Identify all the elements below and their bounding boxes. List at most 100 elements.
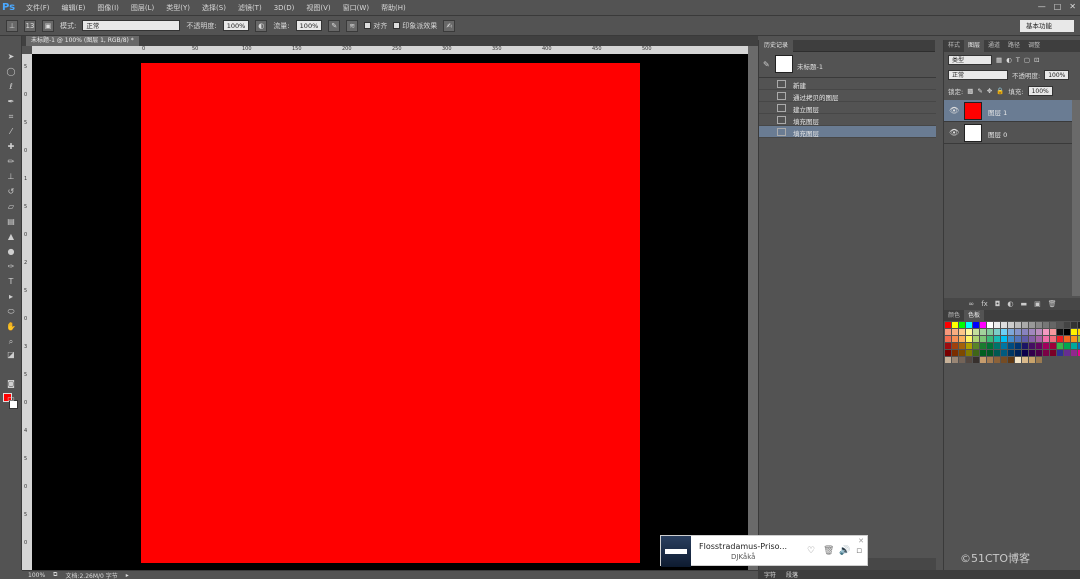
color-swatch[interactable] [994, 329, 1000, 335]
color-swatch[interactable] [973, 336, 979, 342]
menu-edit[interactable]: 编辑(E) [56, 0, 92, 16]
trash-icon[interactable]: 🗑 [823, 546, 834, 556]
layer-name[interactable]: 图层 1 [988, 107, 1007, 117]
impressionist-checkbox[interactable] [393, 22, 401, 29]
gradient-tool-icon[interactable]: ▤ [5, 217, 17, 227]
lasso-tool-icon[interactable]: ℓ [5, 82, 17, 92]
brush-size-picker[interactable]: 13 [24, 19, 36, 32]
layer-opacity-input[interactable]: 100% [1044, 70, 1070, 80]
filter-type-icon[interactable]: T [1016, 56, 1020, 64]
color-swatch[interactable] [1036, 329, 1042, 335]
path-select-tool-icon[interactable]: ▸ [5, 292, 17, 302]
align-option[interactable]: 对齐 [364, 21, 387, 31]
color-swatch[interactable] [952, 350, 958, 356]
color-swatch[interactable] [1050, 322, 1056, 328]
color-swatch[interactable] [945, 336, 951, 342]
visibility-eye-icon[interactable]: 👁 [949, 128, 959, 137]
folder-icon[interactable]: ▬ [1020, 300, 1027, 308]
lock-position-icon[interactable]: ✥ [987, 87, 992, 95]
color-swatch[interactable] [952, 336, 958, 342]
color-swatch[interactable] [1071, 329, 1077, 335]
tab-styles[interactable]: 样式 [944, 40, 964, 52]
color-swatch[interactable] [1050, 343, 1056, 349]
color-swatch[interactable] [1022, 329, 1028, 335]
color-swatch[interactable] [1015, 350, 1021, 356]
color-swatch[interactable] [1043, 329, 1049, 335]
lock-transparency-icon[interactable]: ▩ [967, 87, 973, 95]
history-step[interactable]: 建立图层 [759, 102, 936, 114]
workspace-select[interactable]: 基本功能 [1020, 20, 1074, 32]
color-swatch[interactable] [1015, 322, 1021, 328]
opacity-input[interactable]: 100% [222, 20, 250, 31]
color-swatch[interactable] [1057, 350, 1063, 356]
quick-mask-icon[interactable]: ◙ [5, 379, 17, 389]
color-swatch[interactable] [966, 343, 972, 349]
history-snapshot[interactable]: ✎ 未标题-1 [759, 52, 936, 78]
color-swatch[interactable] [959, 336, 965, 342]
color-swatch[interactable] [1043, 343, 1049, 349]
color-swatch[interactable] [987, 350, 993, 356]
color-swatch[interactable] [966, 357, 972, 363]
new-layer-icon[interactable]: ▣ [1034, 300, 1041, 308]
color-swatch[interactable] [1001, 350, 1007, 356]
clone-stamp-tool-icon[interactable]: ⊥ [5, 172, 17, 182]
history-step[interactable]: 新建 [759, 78, 936, 90]
hand-tool-icon[interactable]: ✋ [5, 322, 17, 332]
zoom-level[interactable]: 100% [28, 572, 45, 579]
color-swatch[interactable] [980, 322, 986, 328]
mode-select[interactable]: 正常 [82, 20, 181, 31]
tab-swatches[interactable]: 色板 [964, 310, 985, 321]
align-checkbox[interactable] [364, 22, 372, 29]
color-swatch[interactable] [1036, 350, 1042, 356]
heart-icon[interactable]: ♡ [807, 546, 815, 556]
layers-scrollbar[interactable] [1072, 100, 1080, 296]
menu-window[interactable]: 窗口(W) [337, 0, 375, 16]
color-swatch[interactable] [1064, 343, 1070, 349]
maximize-window-button[interactable]: □ [1054, 2, 1062, 11]
color-swatch[interactable] [1022, 357, 1028, 363]
color-swatch[interactable] [1008, 343, 1014, 349]
color-swatch[interactable] [1029, 322, 1035, 328]
volume-icon[interactable]: 🔊 [839, 546, 850, 556]
history-step[interactable]: 通过拷贝的图层 [759, 90, 936, 102]
color-swatch[interactable] [966, 336, 972, 342]
color-swatch[interactable] [1015, 329, 1021, 335]
color-swatch[interactable] [980, 350, 986, 356]
color-swatch[interactable] [966, 350, 972, 356]
menu-view[interactable]: 视图(V) [300, 0, 336, 16]
screen-mode-icon[interactable]: ▭ [5, 394, 17, 404]
visibility-eye-icon[interactable]: 👁 [949, 106, 959, 115]
tab-channels[interactable]: 通道 [984, 40, 1004, 52]
blur-tool-icon[interactable]: ▲ [5, 232, 17, 242]
color-swatch[interactable] [945, 343, 951, 349]
menu-filter[interactable]: 滤镜(T) [232, 0, 268, 16]
color-swatch[interactable] [952, 322, 958, 328]
color-swatch[interactable] [1029, 336, 1035, 342]
color-swatch[interactable] [952, 343, 958, 349]
pressure-opacity-icon[interactable]: ◐ [255, 19, 268, 32]
menu-3d[interactable]: 3D(D) [268, 0, 301, 16]
color-swatch[interactable] [987, 336, 993, 342]
zoom-tool-icon[interactable]: ⌕ [5, 337, 17, 347]
clone-source-panel-icon[interactable]: ▣ [42, 19, 54, 32]
color-swatch[interactable] [959, 357, 965, 363]
color-swatch[interactable] [980, 336, 986, 342]
color-swatch[interactable] [945, 322, 951, 328]
color-swatch[interactable] [945, 329, 951, 335]
color-swatch[interactable] [1001, 343, 1007, 349]
color-swatch[interactable] [966, 329, 972, 335]
color-swatch[interactable] [987, 329, 993, 335]
color-swatch[interactable] [1064, 329, 1070, 335]
history-brush-tool-icon[interactable]: ↺ [5, 187, 17, 197]
filter-adjustment-icon[interactable]: ◐ [1006, 56, 1012, 64]
color-swatch[interactable] [1036, 343, 1042, 349]
color-swatch[interactable] [1064, 350, 1070, 356]
minimize-icon[interactable]: ▫ [856, 546, 862, 556]
clone-stamp-tool-preset-icon[interactable]: ⊥ [6, 19, 18, 32]
color-swatch[interactable] [1029, 329, 1035, 335]
color-swatch[interactable] [1057, 343, 1063, 349]
color-swatch[interactable] [1057, 336, 1063, 342]
color-swatch[interactable] [959, 343, 965, 349]
color-swatch[interactable] [959, 322, 965, 328]
color-swatch[interactable] [1029, 343, 1035, 349]
